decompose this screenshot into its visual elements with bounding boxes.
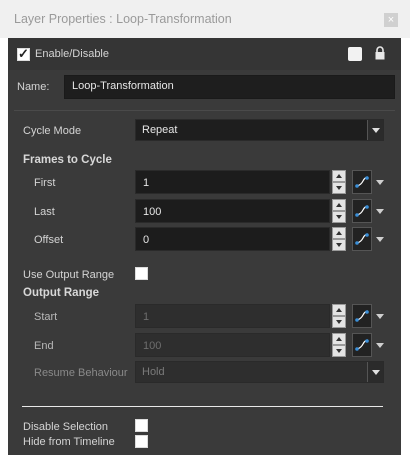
spin-down-icon[interactable] [332,182,346,194]
end-field[interactable]: 100 [135,333,330,357]
frames-to-cycle-heading: Frames to Cycle [23,154,112,166]
resume-behaviour-value: Hold [142,366,165,378]
start-field[interactable]: 1 [135,304,330,328]
hide-from-timeline-label: Hide from Timeline [23,436,115,448]
title-bar: Layer Properties : Loop-Transformation × [0,0,410,38]
spin-up-icon[interactable] [332,304,346,316]
first-function-menu-icon[interactable] [376,180,384,186]
spin-up-icon[interactable] [332,333,346,345]
enable-checkbox[interactable] [17,46,30,62]
use-output-range-label: Use Output Range [23,269,115,281]
end-function-menu-icon[interactable] [376,343,384,349]
name-field[interactable]: Loop-Transformation [64,75,395,99]
offset-function-menu-icon[interactable] [376,237,384,243]
first-function-curve-icon[interactable] [352,170,372,194]
last-label: Last [34,206,55,218]
layer-properties-panel: Enable/Disable Name: Loop-Transformation… [8,38,401,455]
last-spinner[interactable] [332,199,346,223]
color-swatch-icon[interactable] [348,47,362,61]
start-function-curve-icon[interactable] [352,304,372,328]
resume-behaviour-label: Resume Behaviour [34,367,128,379]
first-field[interactable]: 1 [135,170,330,194]
first-spinner[interactable] [332,170,346,194]
end-spinner[interactable] [332,333,346,357]
last-field[interactable]: 100 [135,199,330,223]
use-output-range-checkbox[interactable] [135,267,148,280]
hide-from-timeline-checkbox[interactable] [135,435,148,448]
spin-down-icon[interactable] [332,211,346,223]
enable-label: Enable/Disable [35,48,109,60]
lock-icon[interactable] [374,46,386,64]
spin-up-icon[interactable] [332,227,346,239]
output-range-heading: Output Range [23,287,100,299]
cycle-mode-label: Cycle Mode [23,125,82,137]
end-function-curve-icon[interactable] [352,333,372,357]
offset-function-curve-icon[interactable] [352,227,372,251]
spin-down-icon[interactable] [332,316,346,328]
divider [22,406,383,407]
start-function-menu-icon[interactable] [376,314,384,320]
offset-label: Offset [34,234,64,246]
start-spinner[interactable] [332,304,346,328]
close-icon[interactable]: × [384,13,398,27]
offset-spinner[interactable] [332,227,346,251]
first-label: First [34,177,56,189]
start-label: Start [34,311,58,323]
disable-selection-label: Disable Selection [23,421,108,433]
end-label: End [34,340,54,352]
spin-up-icon[interactable] [332,199,346,211]
spin-down-icon[interactable] [332,345,346,357]
disable-selection-checkbox[interactable] [135,419,148,432]
window-title: Layer Properties : Loop-Transformation [14,12,232,26]
name-label: Name: [17,81,50,93]
chevron-down-icon[interactable] [367,362,383,382]
resume-behaviour-select[interactable]: Hold [135,361,384,383]
cycle-mode-select[interactable]: Repeat [135,119,384,141]
offset-field[interactable]: 0 [135,227,330,251]
properties-group: Cycle Mode Repeat Frames to Cycle First … [14,110,395,453]
last-function-curve-icon[interactable] [352,199,372,223]
chevron-down-icon[interactable] [367,120,383,140]
cycle-mode-value: Repeat [142,124,178,136]
last-function-menu-icon[interactable] [376,209,384,215]
spin-up-icon[interactable] [332,170,346,182]
enable-header: Enable/Disable [8,38,401,70]
spin-down-icon[interactable] [332,239,346,251]
